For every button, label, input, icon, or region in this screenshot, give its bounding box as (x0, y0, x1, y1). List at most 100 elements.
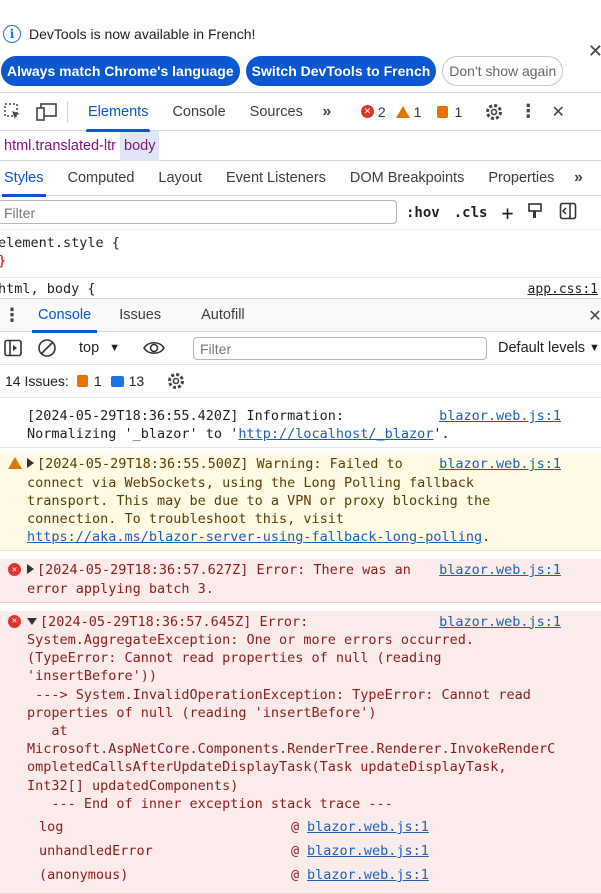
stack-frame: unhandledError @ blazor.web.js:1 (27, 839, 561, 863)
message-source-link[interactable]: blazor.web.js:1 (439, 613, 561, 631)
console-settings-gear-icon[interactable] (164, 369, 188, 393)
stack-source-link[interactable]: blazor.web.js:1 (307, 842, 429, 860)
collapse-triangle-icon[interactable] (27, 617, 37, 625)
message-text: [2024-05-29T18:36:57.627Z] Error: There … (27, 562, 411, 597)
message-source-link[interactable]: blazor.web.js:1 (439, 561, 561, 579)
more-tabs-icon[interactable]: » (315, 100, 339, 124)
console-message-warning: blazor.web.js:1 [2024-05-29T18:36:55.500… (0, 453, 601, 552)
warning-icon (395, 105, 410, 118)
dont-show-again-button[interactable]: Don't show again (442, 56, 564, 86)
drawer-tab-issues[interactable]: Issues (105, 298, 175, 332)
error-icon: ✕ (8, 614, 21, 628)
hov-toggle[interactable]: :hov (406, 205, 440, 221)
more-subtabs-icon[interactable]: » (566, 166, 590, 190)
stack-at: @ (291, 842, 300, 859)
message-url-link[interactable]: https://aka.ms/blazor-server-using-fallb… (27, 529, 482, 545)
console-message-error-1: ✕ blazor.web.js:1 [2024-05-29T18:36:57.6… (0, 559, 601, 603)
stack-source-link[interactable]: blazor.web.js:1 (307, 818, 429, 836)
tab-properties[interactable]: Properties (476, 161, 566, 196)
close-drawer-icon[interactable]: ✕ (583, 304, 601, 328)
stack-function: unhandledError (39, 842, 153, 859)
message-source-link[interactable]: blazor.web.js:1 (439, 407, 561, 425)
log-levels-dropdown[interactable]: Default levels ▼ (498, 340, 600, 356)
context-label: top (79, 340, 100, 356)
message-tail: . (482, 529, 491, 546)
live-expression-eye-icon[interactable] (142, 336, 166, 360)
message-text: [2024-05-29T18:36:57.645Z] Error: System… (27, 613, 556, 812)
settings-gear-icon[interactable] (482, 100, 506, 124)
tab-styles[interactable]: Styles (0, 161, 56, 197)
toolbar-divider (67, 100, 68, 123)
tab-event-listeners[interactable]: Event Listeners (214, 161, 338, 196)
element-style-close: } (0, 252, 601, 270)
expand-triangle-icon[interactable] (27, 458, 34, 469)
close-devtools-icon[interactable]: ✕ (546, 100, 570, 124)
device-toolbar-icon[interactable] (35, 100, 59, 124)
warning-icon (8, 457, 22, 470)
drawer-menu-icon[interactable]: ⋮ (0, 303, 24, 327)
stack-at: @ (291, 818, 300, 835)
breadcrumb-html[interactable]: html.translated-ltr (0, 131, 120, 161)
console-toolbar: top ▼ Filter Default levels ▼ (0, 332, 601, 365)
console-sidebar-icon[interactable] (1, 336, 25, 360)
tab-elements[interactable]: Elements (76, 93, 160, 132)
main-toolbar: Elements Console Sources » ✕ 2 1 1 ⋮ ✕ (0, 93, 601, 132)
issues-summary-bar[interactable]: 14 Issues: 1 13 (0, 365, 601, 398)
issues-orange-count: 1 (93, 373, 102, 389)
issue-counter[interactable]: 1 (437, 104, 462, 120)
language-infobar: i DevTools is now available in French! ✕… (0, 0, 601, 93)
html-body-rule: html, body { app.css:1 (0, 278, 601, 298)
switch-french-button[interactable]: Switch DevTools to French (245, 56, 437, 86)
breadcrumb-body[interactable]: body (120, 130, 160, 161)
inspect-element-icon[interactable] (1, 100, 25, 124)
cls-toggle[interactable]: .cls (454, 205, 488, 221)
stack-frame: log @ blazor.web.js:1 (27, 815, 561, 839)
rule-selector: html, body { (0, 281, 96, 297)
log-levels-label: Default levels (498, 340, 586, 356)
stack-function: log (39, 818, 64, 835)
console-filter-input[interactable]: Filter (193, 337, 487, 360)
close-icon[interactable]: ✕ (588, 41, 601, 62)
message-text: [2024-05-29T18:36:55.500Z] Warning: Fail… (27, 456, 491, 528)
styles-filter-input[interactable]: Filter (0, 200, 397, 224)
stack-at: @ (291, 866, 300, 883)
styles-filter-row: Filter :hov .cls + (0, 196, 601, 230)
element-style-selector: element.style { (0, 235, 120, 251)
error-icon: ✕ (360, 105, 374, 118)
drawer-tab-autofill[interactable]: Autofill (187, 298, 259, 332)
breadcrumb: html.translated-ltr body (0, 130, 601, 161)
tab-computed[interactable]: Computed (56, 161, 147, 196)
infobar-message: DevTools is now available in French! (29, 26, 256, 42)
rule-source-link[interactable]: app.css:1 (528, 281, 598, 299)
info-icon: i (3, 25, 21, 43)
more-options-icon[interactable]: ⋮ (516, 100, 540, 124)
styles-tabbar: Styles Computed Layout Event Listeners D… (0, 161, 601, 197)
stack-trace: log @ blazor.web.js:1 unhandledError @ blazo… (27, 815, 561, 887)
tab-dom-breakpoints[interactable]: DOM Breakpoints (338, 161, 476, 196)
context-selector[interactable]: top ▼ (79, 340, 120, 356)
warning-count: 1 (413, 103, 422, 120)
tab-console[interactable]: Console (160, 93, 237, 131)
message-tail: '. (433, 426, 450, 443)
issue-count: 1 (454, 103, 463, 120)
tab-layout[interactable]: Layout (146, 161, 214, 196)
info-message-icon (110, 375, 124, 387)
computed-styles-icon[interactable] (527, 202, 545, 224)
tab-sources[interactable]: Sources (238, 93, 315, 131)
message-source-link[interactable]: blazor.web.js:1 (439, 455, 561, 473)
stack-frame: (anonymous) @ blazor.web.js:1 (27, 863, 561, 887)
console-message-info: blazor.web.js:1 [2024-05-29T18:36:55.420… (0, 403, 601, 449)
expand-triangle-icon[interactable] (27, 564, 34, 575)
toggle-sidebar-icon[interactable] (559, 202, 577, 224)
message-url-link[interactable]: http://localhost/_blazor (238, 426, 433, 442)
issues-blue-count: 13 (128, 373, 145, 389)
clear-console-icon[interactable] (35, 336, 59, 360)
drawer-tab-console[interactable]: Console (24, 298, 105, 333)
stack-source-link[interactable]: blazor.web.js:1 (307, 866, 429, 884)
warning-counter[interactable]: 1 (395, 103, 422, 120)
element-style-rule: element.style { } (0, 230, 601, 278)
new-style-rule-icon[interactable]: + (501, 203, 513, 223)
error-counter[interactable]: ✕ 2 (360, 104, 386, 120)
drawer-tabbar: ⋮ Console Issues Autofill ✕ (0, 298, 601, 333)
match-language-button[interactable]: Always match Chrome's language (1, 56, 240, 86)
